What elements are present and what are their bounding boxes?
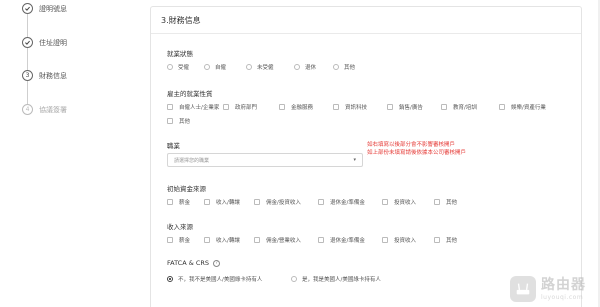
initial-funds-label: 初始資金來源 [167, 185, 206, 193]
fatca-label: FATCA & CRS? [167, 259, 221, 267]
checkbox[interactable] [499, 104, 505, 110]
employment-option[interactable]: 未受僱 [246, 63, 294, 71]
initial-funds-options: 薪金 收入/轉讓 佣金/投資收入 退休金/準備金 投資收入 其他 [167, 198, 457, 206]
watermark-url: luyouqi.com [541, 293, 584, 301]
step-label: 協議簽署 [39, 105, 67, 114]
employer-nature-options-2: 其他 [167, 117, 190, 125]
employment-option[interactable]: 受僱 [167, 63, 204, 71]
income-source-option[interactable]: 退休金/準備金 [318, 236, 382, 244]
help-icon[interactable]: ? [213, 259, 221, 267]
income-source-option[interactable]: 其他 [434, 236, 457, 244]
step-connector [27, 48, 28, 71]
fatca-options: 不，我不是美國人/美國綠卡持有人 是，我是美國人/美國綠卡持有人 [167, 275, 381, 283]
employer-nature-options: 自僱人士/企業家 政府部門 金融服務 資訊科技 銷售/廣告 教育/培訓 娛樂/資… [167, 103, 546, 111]
employer-nature-label: 雇主的就業性質 [167, 90, 213, 98]
checkbox[interactable] [167, 104, 173, 110]
checkbox[interactable] [434, 199, 440, 205]
occupation-placeholder: 請選擇您的職業 [174, 157, 210, 164]
watermark-title: 路由器 [541, 276, 586, 293]
checkbox[interactable] [318, 237, 324, 243]
caret-down-icon: ▾ [353, 157, 356, 163]
radio[interactable] [246, 64, 252, 70]
radio[interactable] [294, 64, 300, 70]
checkbox[interactable] [387, 104, 393, 110]
checkbox[interactable] [167, 118, 173, 124]
step-1[interactable]: 證明號息 [22, 3, 67, 14]
checkbox[interactable] [434, 237, 440, 243]
step-label: 住址證明 [39, 38, 67, 47]
employment-option[interactable]: 其他 [333, 63, 355, 71]
checkbox[interactable] [279, 104, 285, 110]
income-source-option[interactable]: 佣金/營業收入 [254, 236, 318, 244]
radio-selected[interactable] [167, 276, 173, 282]
employment-status-label: 就業狀態 [167, 50, 193, 58]
checkbox[interactable] [167, 199, 173, 205]
checkbox[interactable] [223, 104, 229, 110]
checkbox[interactable] [333, 104, 339, 110]
step-number: 3 [22, 70, 33, 81]
income-source-option[interactable]: 投資收入 [382, 236, 434, 244]
employer-nature-option[interactable]: 資訊科技 [333, 103, 387, 111]
checkbox[interactable] [254, 237, 260, 243]
checkbox[interactable] [318, 199, 324, 205]
initial-funds-option[interactable]: 投資收入 [382, 198, 434, 206]
occupation-label: 職業 [167, 142, 180, 150]
checkbox[interactable] [254, 199, 260, 205]
income-source-option[interactable]: 收入/轉讓 [204, 236, 254, 244]
employer-nature-option[interactable]: 教育/培訓 [441, 103, 499, 111]
initial-funds-option[interactable]: 其他 [434, 198, 457, 206]
initial-funds-option[interactable]: 薪金 [167, 198, 204, 206]
annotation-note: 如右填寫以後部分會不影響審核開戶 如上部份未填寫請後依據本公司審核開戶 [367, 142, 467, 157]
step-4[interactable]: 4 協議簽署 [22, 104, 67, 115]
step-2[interactable]: 住址證明 [22, 37, 67, 48]
employer-nature-option[interactable]: 政府部門 [223, 103, 279, 111]
employer-nature-option[interactable]: 其他 [167, 117, 190, 125]
employer-nature-option[interactable]: 金融服務 [279, 103, 333, 111]
checkbox[interactable] [204, 237, 210, 243]
step-label: 證明號息 [39, 4, 67, 13]
step-label: 財務信息 [39, 71, 67, 80]
financial-info-card: 3.財務信息 就業狀態 受僱 自僱 未受僱 退休 其他 雇主的就業性質 自僱人士… [150, 6, 582, 307]
card-title: 3.財務信息 [151, 7, 581, 34]
radio[interactable] [333, 64, 339, 70]
progress-stepper: 證明號息 住址證明 3 財務信息 4 協議簽署 [0, 0, 150, 307]
income-source-option[interactable]: 薪金 [167, 236, 204, 244]
radio[interactable] [204, 64, 210, 70]
income-source-label: 收入來源 [167, 223, 193, 231]
radio[interactable] [291, 276, 297, 282]
router-logo-icon [510, 276, 536, 302]
checkbox[interactable] [441, 104, 447, 110]
initial-funds-option[interactable]: 佣金/投資收入 [254, 198, 318, 206]
employment-option[interactable]: 自僱 [204, 63, 246, 71]
radio[interactable] [167, 64, 173, 70]
fatca-option-yes[interactable]: 是，我是美國人/美國綠卡持有人 [291, 275, 381, 283]
checkbox[interactable] [382, 237, 388, 243]
employer-nature-option[interactable]: 銷售/廣告 [387, 103, 441, 111]
employer-nature-option[interactable]: 娛樂/資產行業 [499, 103, 546, 111]
employment-option[interactable]: 退休 [294, 63, 333, 71]
income-source-options: 薪金 收入/轉讓 佣金/營業收入 退休金/準備金 投資收入 其他 [167, 236, 457, 244]
employer-nature-option[interactable]: 自僱人士/企業家 [167, 103, 223, 111]
initial-funds-option[interactable]: 退休金/準備金 [318, 198, 382, 206]
check-icon [22, 37, 33, 48]
watermark: 路由器 luyouqi.com [510, 276, 586, 302]
occupation-select[interactable]: 請選擇您的職業 ▾ [167, 153, 363, 167]
fatca-option-no[interactable]: 不，我不是美國人/美國綠卡持有人 [167, 275, 291, 283]
step-3[interactable]: 3 財務信息 [22, 70, 67, 81]
step-number: 4 [22, 104, 33, 115]
step-connector [27, 81, 28, 105]
initial-funds-option[interactable]: 收入/轉讓 [204, 198, 254, 206]
check-icon [22, 3, 33, 14]
checkbox[interactable] [382, 199, 388, 205]
employment-status-options: 受僱 自僱 未受僱 退休 其他 [167, 63, 355, 71]
checkbox[interactable] [167, 237, 173, 243]
checkbox[interactable] [204, 199, 210, 205]
